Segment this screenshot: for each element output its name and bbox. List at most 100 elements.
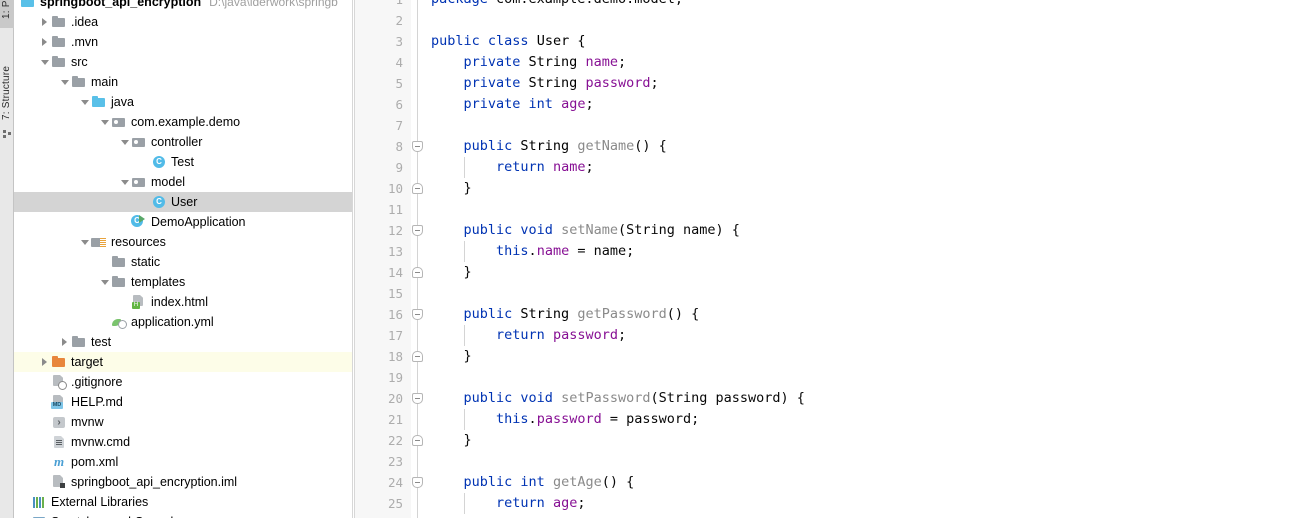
code-line[interactable]: this.name = name; bbox=[431, 241, 634, 262]
tree-node-mvnw[interactable]: mvnw bbox=[14, 412, 352, 432]
code-line[interactable]: } bbox=[431, 430, 472, 451]
tree-node-controller[interactable]: controller bbox=[14, 132, 352, 152]
code-token: ; bbox=[585, 96, 594, 112]
fold-close-marker[interactable] bbox=[412, 351, 423, 362]
tree-node-src[interactable]: src bbox=[14, 52, 352, 72]
cmd-script-icon bbox=[51, 434, 67, 450]
tree-node-label: application.yml bbox=[131, 315, 214, 329]
tool-window-button-project[interactable]: 1: P bbox=[0, 0, 14, 28]
tree-node-springboot-api-encryption-iml[interactable]: springboot_api_encryption.iml bbox=[14, 472, 352, 492]
code-token: setPassword bbox=[561, 390, 651, 406]
tree-node-mvnw-cmd[interactable]: mvnw.cmd bbox=[14, 432, 352, 452]
code-line[interactable]: public void setName(String name) { bbox=[431, 220, 740, 241]
code-line[interactable]: private String name; bbox=[431, 52, 627, 73]
fold-open-marker[interactable] bbox=[412, 477, 423, 488]
project-tree[interactable]: .idea .mvn src main java com.example.demo cont… bbox=[14, 12, 352, 518]
tree-node-application-yml[interactable]: application.yml bbox=[14, 312, 352, 332]
editor-gutter[interactable]: 1234567891011121314151617181920212223242… bbox=[355, 0, 411, 518]
project-root-row[interactable]: springboot_api_encryption D:\java\iderwo… bbox=[14, 0, 352, 12]
chevron-expanded-icon[interactable] bbox=[120, 172, 131, 192]
code-line[interactable]: package com.example.demo.model; bbox=[431, 0, 683, 10]
chevron-expanded-icon[interactable] bbox=[80, 232, 91, 252]
fold-open-marker[interactable] bbox=[412, 393, 423, 404]
code-line[interactable]: public String getName() { bbox=[431, 136, 667, 157]
code-line[interactable]: } bbox=[431, 178, 472, 199]
tree-node-external-libraries[interactable]: External Libraries bbox=[14, 492, 352, 512]
tree-node-demoapplication[interactable]: DemoApplication bbox=[14, 212, 352, 232]
code-line[interactable]: private String password; bbox=[431, 73, 659, 94]
code-folding-column[interactable] bbox=[411, 0, 425, 518]
fold-close-marker[interactable] bbox=[412, 183, 423, 194]
chevron-collapsed-icon[interactable] bbox=[60, 332, 71, 352]
fold-open-marker[interactable] bbox=[412, 141, 423, 152]
line-number: 16 bbox=[387, 307, 403, 322]
code-line[interactable]: this.password = password; bbox=[431, 409, 699, 430]
tree-node-com-example-demo[interactable]: com.example.demo bbox=[14, 112, 352, 132]
tree-node-test[interactable]: test bbox=[14, 332, 352, 352]
code-line[interactable]: private int age; bbox=[431, 94, 594, 115]
tree-node-mvn[interactable]: .mvn bbox=[14, 32, 352, 52]
code-line[interactable]: return name; bbox=[431, 157, 594, 178]
tree-node-pom-xml[interactable]: pom.xml bbox=[14, 452, 352, 472]
code-line[interactable]: public void setPassword(String password)… bbox=[431, 388, 805, 409]
fold-close-marker[interactable] bbox=[412, 435, 423, 446]
code-token: ; bbox=[617, 54, 627, 70]
tree-node-resources[interactable]: resources bbox=[14, 232, 352, 252]
tool-window-button-structure[interactable]: 7: Structure bbox=[0, 60, 14, 126]
code-token: getPassword bbox=[577, 306, 667, 322]
line-number: 24 bbox=[387, 475, 403, 490]
code-token: () { bbox=[634, 138, 667, 154]
code-line[interactable]: public class User { bbox=[431, 31, 585, 52]
chevron-expanded-icon[interactable] bbox=[60, 72, 71, 92]
chevron-expanded-icon[interactable] bbox=[80, 92, 91, 112]
folder-icon bbox=[111, 274, 127, 290]
indent-guide bbox=[463, 493, 465, 514]
fold-close-marker[interactable] bbox=[412, 267, 423, 278]
code-line[interactable]: public String getPassword() { bbox=[431, 304, 700, 325]
fold-open-marker[interactable] bbox=[412, 225, 423, 236]
tree-node-gitignore[interactable]: .gitignore bbox=[14, 372, 352, 392]
code-line[interactable]: } bbox=[431, 262, 472, 283]
code-line[interactable]: return age; bbox=[431, 493, 585, 514]
folder-icon bbox=[51, 54, 67, 70]
tool-window-strip: 1: P 7: Structure bbox=[0, 0, 14, 518]
chevron-expanded-icon[interactable] bbox=[40, 52, 51, 72]
chevron-expanded-icon[interactable] bbox=[100, 272, 111, 292]
code-line[interactable]: return password; bbox=[431, 325, 626, 346]
chevron-expanded-icon[interactable] bbox=[100, 112, 111, 132]
tree-node-target[interactable]: target bbox=[14, 352, 352, 372]
tree-node-java[interactable]: java bbox=[14, 92, 352, 112]
fold-open-marker[interactable] bbox=[412, 309, 423, 320]
code-token: String bbox=[528, 75, 586, 91]
chevron-collapsed-icon[interactable] bbox=[40, 32, 51, 52]
java-class-icon bbox=[151, 154, 167, 170]
tree-node-main[interactable]: main bbox=[14, 72, 352, 92]
tree-node-scratches-and-consoles[interactable]: Scratches and Consoles bbox=[14, 512, 352, 518]
tree-node-help-md[interactable]: HELP.md bbox=[14, 392, 352, 412]
code-editor[interactable]: 1234567891011121314151617181920212223242… bbox=[355, 0, 1309, 518]
tree-node-label: .gitignore bbox=[71, 375, 123, 389]
tree-node-templates[interactable]: templates bbox=[14, 272, 352, 292]
chevron-expanded-icon[interactable] bbox=[120, 132, 131, 152]
tree-node-user[interactable]: User bbox=[14, 192, 352, 212]
code-token: } bbox=[463, 180, 472, 196]
project-tool-window[interactable]: springboot_api_encryption D:\java\iderwo… bbox=[14, 0, 352, 518]
tree-node-model[interactable]: model bbox=[14, 172, 352, 192]
chevron-collapsed-icon[interactable] bbox=[40, 12, 51, 32]
code-line[interactable]: } bbox=[431, 346, 472, 367]
tree-node-label: pom.xml bbox=[71, 455, 119, 469]
tree-node-test[interactable]: Test bbox=[14, 152, 352, 172]
editor-text-area[interactable]: package com.example.demo.model; public cl… bbox=[425, 0, 1309, 518]
code-token: public bbox=[431, 33, 488, 49]
tree-node-idea[interactable]: .idea bbox=[14, 12, 352, 32]
tree-node-index-html[interactable]: index.html bbox=[14, 292, 352, 312]
tree-node-label: HELP.md bbox=[71, 395, 123, 409]
chevron-collapsed-icon[interactable] bbox=[40, 352, 51, 372]
tree-node-label: springboot_api_encryption.iml bbox=[71, 475, 238, 489]
code-line[interactable]: public int getAge() { bbox=[431, 472, 635, 493]
folder-icon bbox=[71, 74, 87, 90]
tree-node-static[interactable]: static bbox=[14, 252, 352, 272]
